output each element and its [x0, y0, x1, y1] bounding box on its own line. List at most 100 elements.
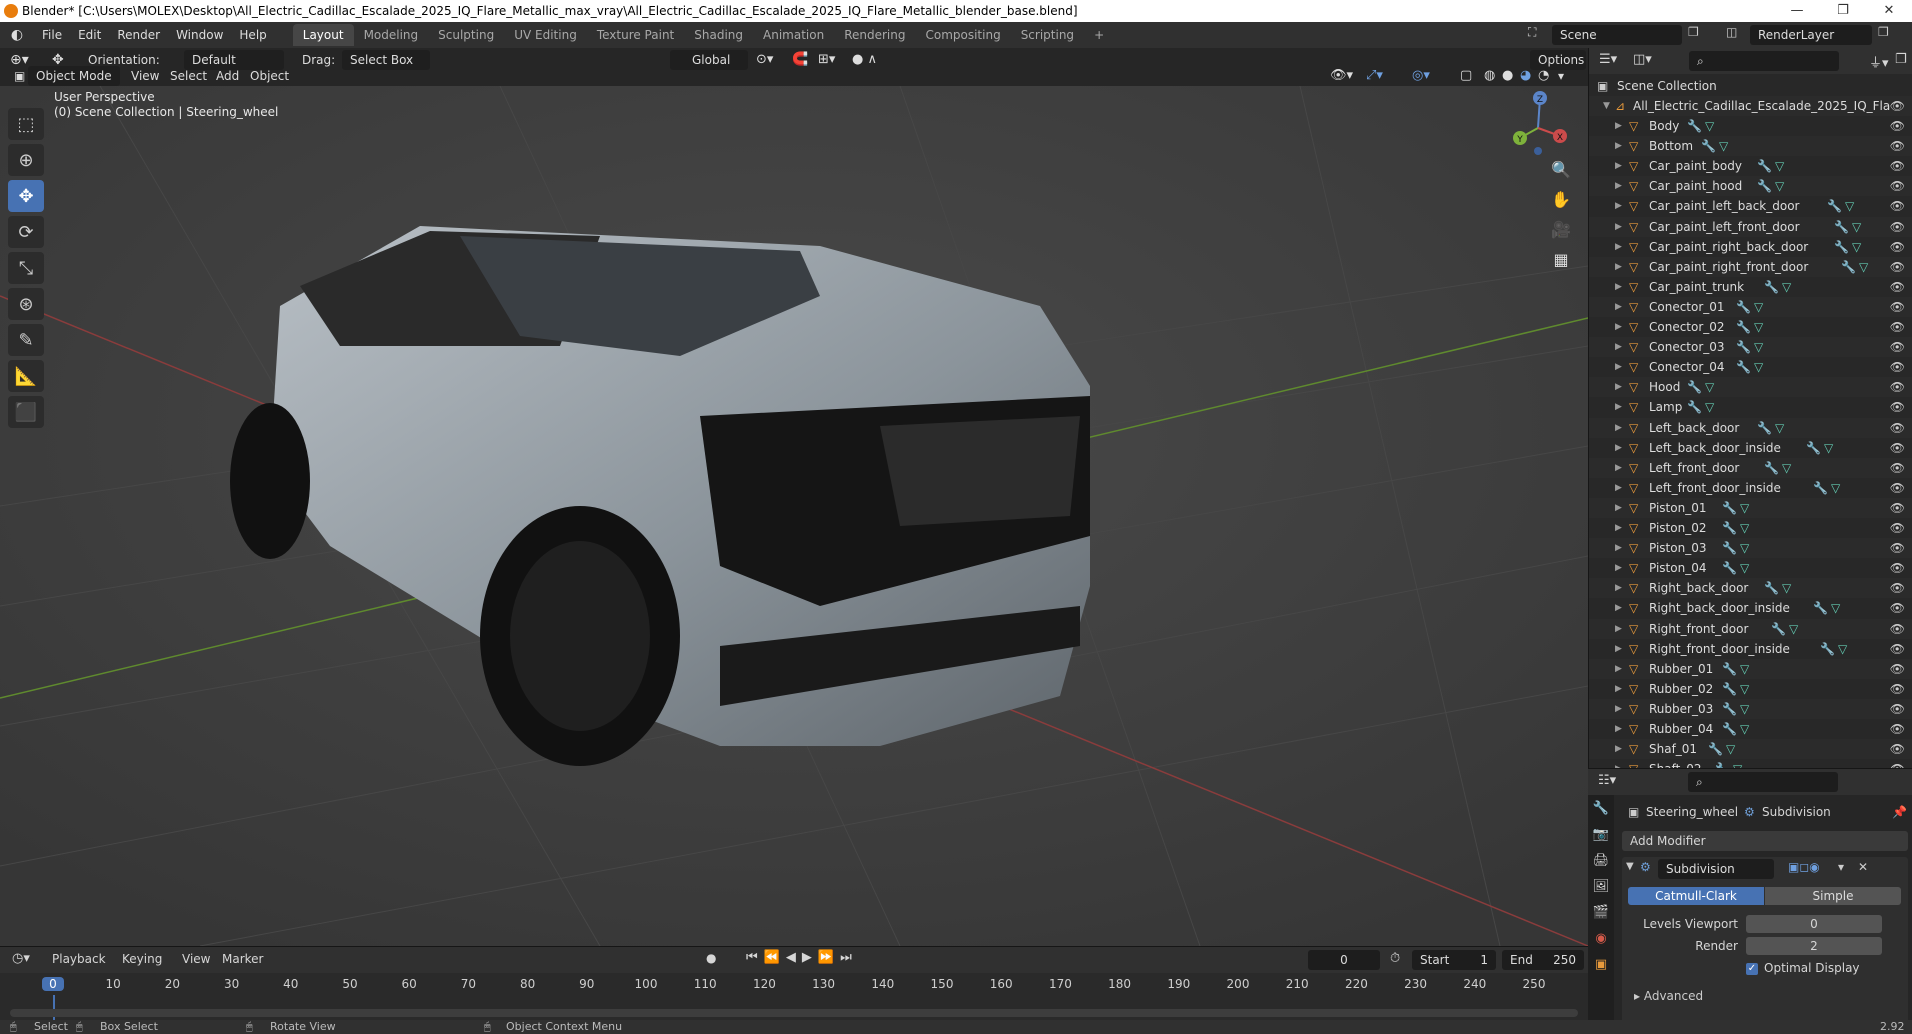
visibility-eye-icon[interactable]: 👁: [1890, 719, 1905, 739]
outliner-item-row[interactable]: ▶ ▽ Piston_03 🔧 ▽ 👁: [1589, 538, 1912, 559]
menu-render[interactable]: Render: [109, 22, 168, 48]
menu-view[interactable]: View: [131, 66, 159, 86]
modifier-wrench-icon[interactable]: 🔧: [1764, 578, 1779, 598]
modifier-wrench-icon[interactable]: 🔧: [1736, 337, 1751, 357]
record-icon[interactable]: ●: [706, 951, 716, 965]
visibility-eye-icon[interactable]: 👁: [1890, 116, 1905, 136]
visibility-eye-icon[interactable]: 👁: [1890, 176, 1905, 196]
expand-triangle-icon[interactable]: ▶: [1615, 297, 1622, 317]
expand-triangle-icon[interactable]: ▶: [1615, 156, 1622, 176]
outliner-item-row[interactable]: ▶ ▽ Right_back_door 🔧 ▽ 👁: [1589, 578, 1912, 599]
outliner-item-row[interactable]: ▶ ▽ Conector_03 🔧 ▽ 👁: [1589, 337, 1912, 358]
mesh-data-icon[interactable]: ▽: [1705, 397, 1714, 417]
mesh-data-icon[interactable]: ▽: [1754, 357, 1763, 377]
tab-uv-editing[interactable]: UV Editing: [504, 24, 587, 46]
pivot-point-icon[interactable]: ⊙▾: [756, 50, 773, 70]
outliner-item-row[interactable]: ▶ ▽ Rubber_02 🔧 ▽ 👁: [1589, 679, 1912, 699]
mesh-data-icon[interactable]: ▽: [1831, 478, 1840, 498]
end-frame-field[interactable]: End 250: [1502, 950, 1584, 970]
properties-editor-icon[interactable]: ☷▾: [1598, 773, 1616, 788]
pin-icon[interactable]: 📌: [1892, 805, 1907, 819]
outliner-item-row[interactable]: ▶ ▽ Car_paint_left_back_door 🔧 ▽ 👁: [1589, 196, 1912, 216]
outliner-item-row[interactable]: ▶ ▽ Car_paint_hood 🔧 ▽ 👁: [1589, 176, 1912, 197]
expand-triangle-icon[interactable]: ▶: [1615, 739, 1622, 759]
mesh-data-icon[interactable]: ▽: [1775, 176, 1784, 196]
scene-selector[interactable]: Scene: [1552, 25, 1682, 45]
outliner-item-row[interactable]: ▶ ▽ Hood 🔧 ▽ 👁: [1589, 377, 1912, 398]
measure-tool-icon[interactable]: 📐: [8, 360, 44, 392]
blender-menu-icon[interactable]: ◐: [0, 27, 34, 43]
tab-rendering[interactable]: Rendering: [834, 24, 915, 46]
outliner-item-row[interactable]: ▶ ▽ Car_paint_trunk 🔧 ▽ 👁: [1589, 277, 1912, 297]
expand-triangle-icon[interactable]: ▶: [1615, 438, 1622, 458]
visibility-eye-icon[interactable]: 👁: [1890, 257, 1905, 277]
expand-triangle-icon[interactable]: ▶: [1615, 337, 1622, 357]
outliner-item-row[interactable]: ▶ ▽ Rubber_01 🔧 ▽ 👁: [1589, 658, 1912, 679]
outliner-item-row[interactable]: ▶ ▽ Piston_04 🔧 ▽ 👁: [1589, 558, 1912, 578]
modifier-wrench-icon[interactable]: 🔧: [1722, 659, 1737, 679]
add-modifier-button[interactable]: Add Modifier: [1622, 831, 1908, 851]
transform-tool-icon[interactable]: ⊛: [8, 288, 44, 320]
collection-row[interactable]: ▼ ⊿ All_Electric_Cadillac_Escalade_2025_…: [1589, 96, 1912, 116]
expand-triangle-icon[interactable]: ▶: [1615, 578, 1622, 598]
visibility-eye-icon[interactable]: 👁: [1890, 639, 1905, 659]
modifier-wrench-icon[interactable]: 🔧: [1722, 558, 1737, 578]
expand-triangle-icon[interactable]: ▶: [1615, 377, 1622, 397]
modifier-wrench-icon[interactable]: 🔧: [1687, 397, 1702, 417]
tab-animation[interactable]: Animation: [753, 24, 834, 46]
mesh-data-icon[interactable]: ▽: [1789, 619, 1798, 639]
modifier-wrench-icon[interactable]: 🔧: [1687, 377, 1702, 397]
tab-sculpting[interactable]: Sculpting: [428, 24, 504, 46]
mesh-data-icon[interactable]: ▽: [1782, 277, 1791, 297]
expand-triangle-icon[interactable]: ▶: [1615, 558, 1622, 578]
navigation-gizmo[interactable]: Z Y X: [1498, 86, 1588, 166]
mesh-data-icon[interactable]: ▽: [1782, 578, 1791, 598]
mesh-data-icon[interactable]: ▽: [1726, 739, 1735, 759]
outliner-item-row[interactable]: ▶ ▽ Lamp 🔧 ▽ 👁: [1589, 397, 1912, 417]
expand-triangle-icon[interactable]: ▶: [1615, 257, 1622, 277]
visibility-eye-icon[interactable]: 👁: [1890, 357, 1905, 377]
expand-triangle-icon[interactable]: ▶: [1615, 237, 1622, 257]
visibility-eye-icon[interactable]: 👁: [1890, 96, 1905, 116]
tab-compositing[interactable]: Compositing: [915, 24, 1010, 46]
snap-target-icon[interactable]: ⊞▾: [818, 50, 835, 70]
snap-icon[interactable]: 🧲: [792, 50, 808, 70]
expand-triangle-icon[interactable]: ▶: [1615, 538, 1622, 558]
mesh-data-icon[interactable]: ▽: [1845, 196, 1854, 216]
expand-triangle-icon[interactable]: ▶: [1615, 458, 1622, 478]
new-layer-icon[interactable]: ❐: [1878, 25, 1889, 39]
visibility-eye-icon[interactable]: 👁: [1890, 679, 1905, 699]
expand-triangle-icon[interactable]: ▶: [1615, 116, 1622, 136]
outliner-item-row[interactable]: ▶ ▽ Left_front_door_inside 🔧 ▽ 👁: [1589, 478, 1912, 498]
mesh-data-icon[interactable]: ▽: [1831, 598, 1840, 618]
modifier-wrench-icon[interactable]: 🔧: [1813, 598, 1828, 618]
filter-icon[interactable]: ⏚▾: [1869, 52, 1889, 71]
mesh-data-icon[interactable]: ▽: [1852, 217, 1861, 237]
playback-controls-icon[interactable]: ⏮⏪◀▶⏩⏭: [746, 950, 858, 965]
outliner-item-row[interactable]: ▶ ▽ Body 🔧 ▽ 👁: [1589, 116, 1912, 136]
outliner-item-row[interactable]: ▶ ▽ Rubber_04 🔧 ▽ 👁: [1589, 719, 1912, 739]
modifier-wrench-icon[interactable]: 🔧: [1841, 257, 1856, 277]
mesh-data-icon[interactable]: ▽: [1782, 458, 1791, 478]
mesh-data-icon[interactable]: ▽: [1705, 377, 1714, 397]
zoom-icon[interactable]: 🔍: [1548, 156, 1574, 182]
modifier-wrench-icon[interactable]: 🔧: [1813, 478, 1828, 498]
advanced-section-toggle[interactable]: ▸ Advanced: [1634, 989, 1703, 1003]
visibility-eye-icon[interactable]: 👁: [1890, 478, 1905, 498]
mesh-data-icon[interactable]: ▽: [1754, 317, 1763, 337]
select-box-tool-icon[interactable]: ⬚: [8, 108, 44, 140]
outliner-item-row[interactable]: ▶ ▽ Rubber_03 🔧 ▽ 👁: [1589, 698, 1912, 719]
expand-triangle-icon[interactable]: ▶: [1615, 418, 1622, 438]
modifier-wrench-icon[interactable]: 🔧: [1722, 699, 1737, 719]
modifier-wrench-icon[interactable]: 🔧: [1757, 156, 1772, 176]
outliner-item-row[interactable]: ▶ ▽ Car_paint_body 🔧 ▽ 👁: [1589, 156, 1912, 176]
outliner-item-row[interactable]: ▶ ▽ Conector_01 🔧 ▽ 👁: [1589, 296, 1912, 317]
simple-tab[interactable]: Simple: [1765, 887, 1901, 905]
mesh-data-icon[interactable]: ▽: [1824, 438, 1833, 458]
timeline-ruler[interactable]: 0 10 20 30 40 50 60 70 80 90 100 110 120 130 140 150 160…: [0, 975, 1588, 1034]
render-levels-field[interactable]: 2: [1746, 937, 1882, 955]
mesh-data-icon[interactable]: ▽: [1838, 639, 1847, 659]
scene-tab-icon[interactable]: 🎬: [1588, 899, 1614, 925]
overlay-toggle-icon[interactable]: ◎▾: [1412, 66, 1430, 86]
gizmo-toggle-icon[interactable]: ⤢▾: [1366, 66, 1383, 86]
